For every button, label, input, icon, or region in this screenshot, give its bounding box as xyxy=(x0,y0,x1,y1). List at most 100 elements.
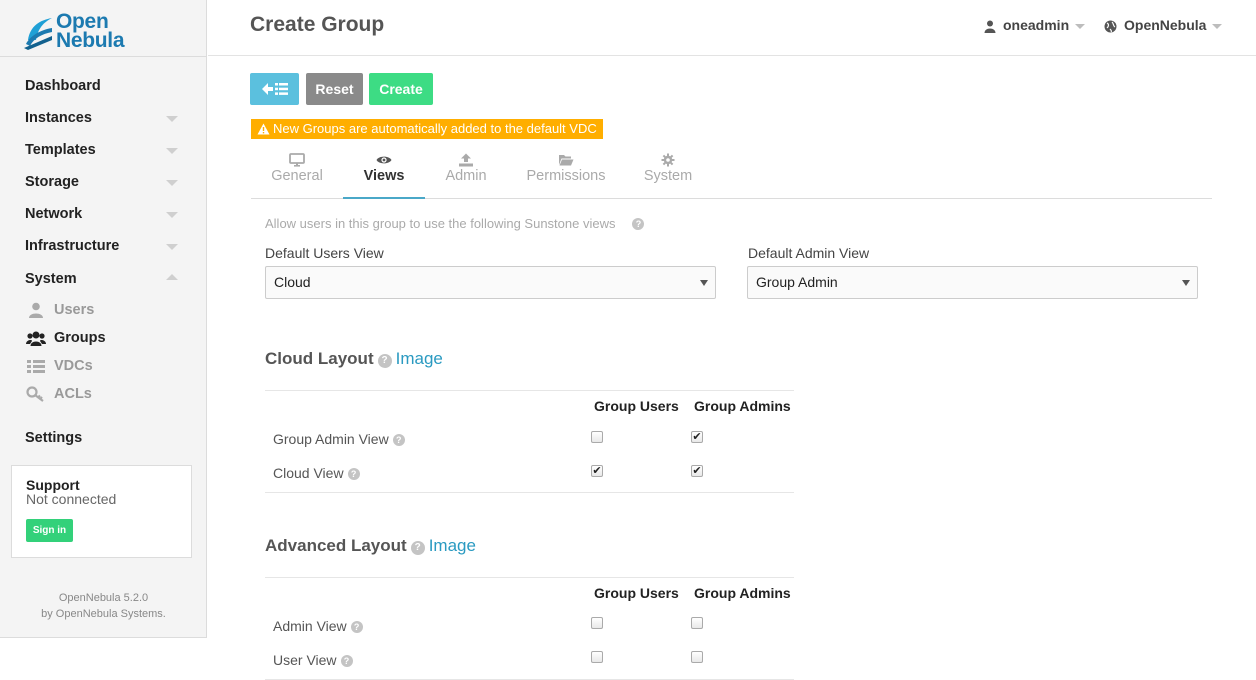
help-icon[interactable]: ? xyxy=(350,621,363,633)
users-icon xyxy=(26,331,46,346)
default-admin-view-select[interactable]: Group Admin xyxy=(747,266,1198,299)
tab-system[interactable]: System xyxy=(637,150,699,199)
sidebar-item-dashboard[interactable]: Dashboard xyxy=(0,70,207,102)
advanced-layout-title: Advanced Layout? Image xyxy=(265,536,476,556)
col-header-group-admins: Group Admins xyxy=(694,398,791,414)
chevron-down-icon xyxy=(1182,280,1190,286)
checkbox-admin-view-users[interactable] xyxy=(591,617,603,629)
chevron-down-icon xyxy=(1075,23,1086,29)
sidebar-item-system[interactable]: System xyxy=(0,262,207,296)
checkbox-cloud-view-admins[interactable]: ✔ xyxy=(691,465,703,477)
tab-views[interactable]: Views xyxy=(343,150,425,199)
sidebar-item-templates[interactable]: Templates xyxy=(0,134,207,166)
chevron-up-icon xyxy=(166,274,178,280)
chevron-down-icon xyxy=(166,180,178,186)
chevron-down-icon xyxy=(166,212,178,218)
sidebar: Open Nebula Dashboard Instances Template… xyxy=(0,0,207,638)
sidebar-item-label: Settings xyxy=(25,430,83,446)
help-icon[interactable]: ? xyxy=(410,541,425,555)
warning-text: New Groups are automatically added to th… xyxy=(273,121,597,136)
views-hint-text: Allow users in this group to use the fol… xyxy=(265,216,616,231)
sidebar-item-instances[interactable]: Instances xyxy=(0,102,207,134)
row-label-text: Group Admin View xyxy=(273,431,389,447)
tab-label: Admin xyxy=(445,168,487,184)
default-users-view-value: Cloud xyxy=(274,274,311,290)
tab-label: Views xyxy=(363,168,405,184)
chevron-down-icon xyxy=(166,116,178,122)
sidebar-item-label: Infrastructure xyxy=(25,238,120,254)
sidebar-subitem-label: Users xyxy=(54,302,95,318)
tab-bar: General Views Admin Permissions System xyxy=(251,150,1212,199)
row-label-text: Admin View xyxy=(273,618,347,634)
credit-text: by OpenNebula Systems. xyxy=(41,608,166,620)
cloud-layout-image-link[interactable]: Image xyxy=(396,349,443,368)
sidebar-subitem-label: VDCs xyxy=(54,358,93,374)
monitor-icon xyxy=(289,153,305,167)
warning-banner: New Groups are automatically added to th… xyxy=(251,119,603,139)
views-hint: Allow users in this group to use the fol… xyxy=(265,216,645,231)
advanced-layout-image-link[interactable]: Image xyxy=(429,536,476,555)
back-to-list-button[interactable] xyxy=(250,73,299,105)
version-text: OpenNebula 5.2.0 xyxy=(58,592,149,604)
chevron-down-icon xyxy=(166,244,178,250)
sidebar-subitem-acls[interactable]: ACLs xyxy=(0,380,207,408)
sidebar-subitem-vdcs[interactable]: VDCs xyxy=(0,352,207,380)
checkbox-admin-view-admins[interactable] xyxy=(691,617,703,629)
sidebar-item-infrastructure[interactable]: Infrastructure xyxy=(0,230,207,262)
cloud-layout-title: Cloud Layout? Image xyxy=(265,349,443,369)
row-label-text: Cloud View xyxy=(273,465,344,481)
help-icon[interactable]: ? xyxy=(632,218,645,230)
tab-permissions[interactable]: Permissions xyxy=(519,150,613,199)
default-users-view-select[interactable]: Cloud xyxy=(265,266,716,299)
checkbox-cloud-view-users[interactable]: ✔ xyxy=(591,465,603,477)
row-label-cloud-view: Cloud View? xyxy=(273,465,360,481)
sidebar-item-label: Storage xyxy=(25,174,79,190)
advanced-layout-table: Group Users Group Admins Admin View? Use… xyxy=(265,577,794,680)
checkbox-user-view-admins[interactable] xyxy=(691,651,703,663)
chevron-down-icon xyxy=(700,280,708,286)
sign-in-button[interactable]: Sign in xyxy=(26,519,73,542)
sidebar-subitem-users[interactable]: Users xyxy=(0,296,207,324)
checkbox-user-view-users[interactable] xyxy=(591,651,603,663)
sidebar-subitem-groups[interactable]: Groups xyxy=(0,324,207,352)
checkbox-group-admin-view-users[interactable] xyxy=(591,431,603,443)
sidebar-subitem-label: Groups xyxy=(54,330,106,346)
default-admin-view-value: Group Admin xyxy=(756,274,838,290)
tab-admin[interactable]: Admin xyxy=(437,150,495,199)
checkbox-group-admin-view-admins[interactable]: ✔ xyxy=(691,431,703,443)
help-icon[interactable]: ? xyxy=(347,468,360,480)
row-label-group-admin-view: Group Admin View? xyxy=(273,431,405,447)
zone-menu[interactable]: OpenNebula xyxy=(1104,17,1223,33)
create-button[interactable]: Create xyxy=(369,73,433,105)
tab-general[interactable]: General xyxy=(263,150,331,199)
col-header-group-users: Group Users xyxy=(594,398,679,414)
logo[interactable]: Open Nebula xyxy=(24,10,134,52)
back-list-icon xyxy=(261,83,288,95)
sidebar-item-settings[interactable]: Settings xyxy=(0,422,207,454)
sidebar-item-label: Instances xyxy=(25,110,92,126)
footer: OpenNebula 5.2.0 by OpenNebula Systems. xyxy=(0,590,207,622)
row-label-user-view: User View? xyxy=(273,652,353,668)
user-name: oneadmin xyxy=(1003,17,1070,33)
row-label-text: User View xyxy=(273,652,337,668)
divider xyxy=(0,56,207,57)
sidebar-item-network[interactable]: Network xyxy=(0,198,207,230)
zone-name: OpenNebula xyxy=(1124,17,1207,33)
help-icon[interactable]: ? xyxy=(392,434,405,446)
user-menu[interactable]: oneadmin xyxy=(984,17,1086,33)
page-title: Create Group xyxy=(250,13,385,36)
sidebar-item-label: Network xyxy=(25,206,83,222)
help-icon[interactable]: ? xyxy=(340,655,353,667)
user-icon xyxy=(984,20,996,33)
key-icon xyxy=(26,386,44,402)
list-icon xyxy=(27,360,45,373)
support-status: Not connected xyxy=(26,491,117,507)
help-icon[interactable]: ? xyxy=(377,354,392,368)
globe-icon xyxy=(1104,20,1117,33)
sidebar-item-label: Dashboard xyxy=(25,78,101,94)
reset-button[interactable]: Reset xyxy=(306,73,363,105)
sidebar-item-storage[interactable]: Storage xyxy=(0,166,207,198)
default-admin-view-label: Default Admin View xyxy=(748,245,870,261)
sidebar-item-label: System xyxy=(25,271,77,287)
logo-text: Open Nebula xyxy=(56,10,125,52)
